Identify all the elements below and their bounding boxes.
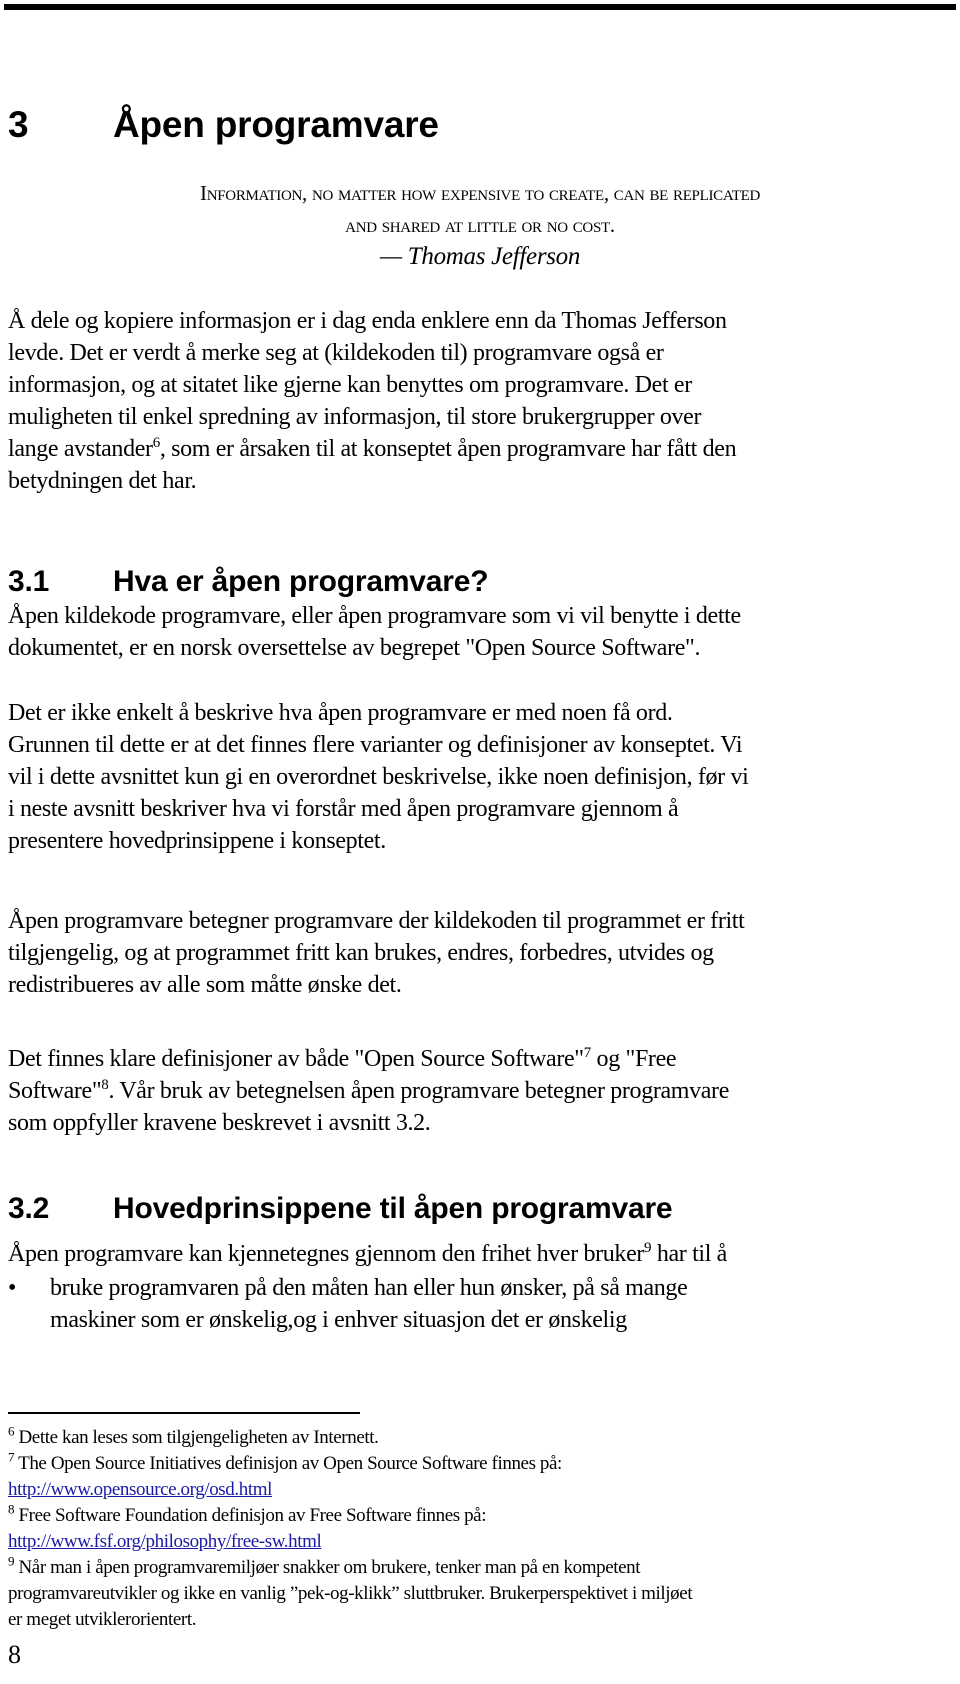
page-number: 8 xyxy=(8,1640,21,1669)
footnote-6: 6 Dette kan leses som tilgjengeligheten … xyxy=(8,1425,958,1451)
footnote-number: 6 xyxy=(8,1423,15,1439)
text-line: Grunnen til dette er at det finnes flere… xyxy=(8,732,743,758)
intro-paragraph: Å dele og kopiere informasjon er i dag e… xyxy=(8,305,958,497)
text-line: Åpen kildekode programvare, eller åpen p… xyxy=(8,603,741,629)
footnote-number: 9 xyxy=(8,1553,15,1569)
footnote-text: Dette kan leses som tilgjengeligheten av… xyxy=(18,1427,379,1448)
text-line: lange avstander6, som er årsaken til at … xyxy=(8,433,958,465)
footnote-text: er meget utviklerorientert. xyxy=(8,1609,197,1630)
footnote-text: Free Software Foundation definisjon av F… xyxy=(18,1505,487,1526)
epigraph: Information, no matter how expensive to … xyxy=(0,177,960,273)
epigraph-line: Information, no matter how expensive to … xyxy=(200,181,760,205)
text-run: Software" xyxy=(8,1078,102,1104)
text-line: vil i dette avsnittet kun gi en overordn… xyxy=(8,764,749,790)
text-line: presentere hovedprinsippene i konseptet. xyxy=(8,828,386,854)
text-line: Det finnes klare definisjoner av både "O… xyxy=(8,1043,958,1075)
bullet-text: bruke programvaren på den måten han elle… xyxy=(50,1272,688,1336)
footnote-8: 8 Free Software Foundation definisjon av… xyxy=(8,1503,958,1529)
paragraph: Det er ikke enkelt å beskrive hva åpen p… xyxy=(8,697,958,857)
text-line: Det er ikke enkelt å beskrive hva åpen p… xyxy=(8,700,673,726)
chapter-heading: 3 Åpen programvare xyxy=(8,104,439,146)
section-heading-3-2: 3.2 Hovedprinsippene til åpen programvare xyxy=(8,1192,673,1226)
footnote-ref-6[interactable]: 6 xyxy=(153,435,161,451)
text-line: Åpen programvare betegner programvare de… xyxy=(8,908,745,934)
footnote-9: 9 Når man i åpen programvaremiljøer snak… xyxy=(8,1555,958,1581)
paragraph: Åpen programvare kan kjennetegnes gjenno… xyxy=(8,1238,958,1270)
epigraph-line: and shared at little or no cost. xyxy=(345,213,615,237)
text-line: som oppfyller kravene beskrevet i avsnit… xyxy=(8,1110,431,1136)
footnote-7: 7 The Open Source Initiatives definisjon… xyxy=(8,1451,958,1477)
footnote-text: programvareutvikler og ikke en vanlig ”p… xyxy=(8,1583,693,1604)
text-line: i neste avsnitt beskriver hva vi forstår… xyxy=(8,796,679,822)
text-line: tilgjengelig, og at programmet fritt kan… xyxy=(8,940,714,966)
text-line: betydningen det har. xyxy=(8,468,197,494)
text-run: og "Free xyxy=(590,1046,677,1072)
footnote-link-line: http://www.opensource.org/osd.html xyxy=(8,1477,958,1503)
footnote-ref-7[interactable]: 7 xyxy=(584,1045,592,1061)
paragraph: Åpen kildekode programvare, eller åpen p… xyxy=(8,600,958,664)
text-run: Det finnes klare definisjoner av både "O… xyxy=(8,1046,584,1072)
text-line: informasjon, og at sitatet like gjerne k… xyxy=(8,372,692,398)
text-run: lange avstander xyxy=(8,436,153,462)
section-title: Hva er åpen programvare? xyxy=(113,565,489,598)
text-line: Software"8. Vår bruk av betegnelsen åpen… xyxy=(8,1075,958,1107)
footnotes: 6 Dette kan leses som tilgjengeligheten … xyxy=(8,1425,958,1633)
footnote-number: 7 xyxy=(8,1449,15,1465)
footnote-number: 8 xyxy=(8,1501,15,1517)
text-run: . Vår bruk av betegnelsen åpen programva… xyxy=(108,1078,730,1104)
paragraph: Det finnes klare definisjoner av både "O… xyxy=(8,1043,958,1139)
header-rule xyxy=(4,4,956,10)
text-line: Åpen programvare kan kjennetegnes gjenno… xyxy=(8,1238,958,1270)
footnote-text: Når man i åpen programvaremiljøer snakke… xyxy=(18,1557,641,1578)
footnote-link-line: http://www.fsf.org/philosophy/free-sw.ht… xyxy=(8,1529,958,1555)
fsf-link[interactable]: http://www.fsf.org/philosophy/free-sw.ht… xyxy=(8,1531,322,1552)
text-line: redistribueres av alle som måtte ønske d… xyxy=(8,972,402,998)
text-line: muligheten til enkel spredning av inform… xyxy=(8,404,702,430)
text-line: levde. Det er verdt å merke seg at (kild… xyxy=(8,340,664,366)
chapter-number: 3 xyxy=(8,104,29,145)
text-line: maskiner som er ønskelig,og i enhver sit… xyxy=(50,1307,627,1333)
bullet-list-item: • bruke programvaren på den måten han el… xyxy=(8,1272,948,1336)
footnote-separator xyxy=(8,1412,360,1414)
text-line: dokumentet, er en norsk oversettelse av … xyxy=(8,635,701,661)
text-line: Å dele og kopiere informasjon er i dag e… xyxy=(8,308,727,334)
epigraph-attribution: — Thomas Jefferson xyxy=(379,243,581,270)
text-line: bruke programvaren på den måten han elle… xyxy=(50,1275,688,1301)
section-heading-3-1: 3.1 Hva er åpen programvare? xyxy=(8,565,489,599)
paragraph: Åpen programvare betegner programvare de… xyxy=(8,905,958,1001)
opensource-link[interactable]: http://www.opensource.org/osd.html xyxy=(8,1479,272,1500)
text-run: har til å xyxy=(651,1241,728,1267)
text-run: , som er årsaken til at konseptet åpen p… xyxy=(159,436,737,462)
section-title: Hovedprinsippene til åpen programvare xyxy=(113,1192,673,1225)
section-number: 3.1 xyxy=(8,565,50,598)
bullet-icon: • xyxy=(8,1275,17,1301)
chapter-title: Åpen programvare xyxy=(113,104,439,145)
footnote-text: The Open Source Initiatives definisjon a… xyxy=(18,1453,562,1474)
section-number: 3.2 xyxy=(8,1192,50,1225)
text-run: Åpen programvare kan kjennetegnes gjenno… xyxy=(8,1241,645,1267)
